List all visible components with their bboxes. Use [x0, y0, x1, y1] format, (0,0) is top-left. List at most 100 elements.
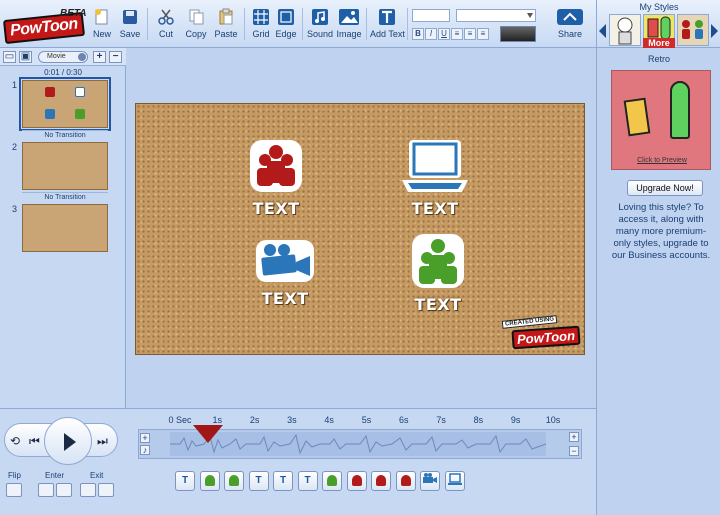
cut-button[interactable]: Cut	[154, 8, 178, 44]
object-chip-camera[interactable]	[420, 471, 440, 491]
slide-thumbnail-3[interactable]	[22, 204, 108, 252]
waveform-icon	[170, 433, 547, 455]
slide-view-icon[interactable]: ▭	[3, 51, 16, 63]
exit-hand-button[interactable]	[98, 483, 114, 497]
object-chip-person-green[interactable]	[199, 471, 220, 491]
paste-button[interactable]: Paste	[213, 8, 239, 44]
enter-none-button[interactable]	[38, 483, 54, 497]
play-button[interactable]	[44, 417, 92, 465]
font-family-select[interactable]	[456, 9, 536, 22]
remove-slide-button[interactable]: −	[109, 51, 122, 63]
add-text-button[interactable]: Add Text	[370, 8, 405, 44]
slide-transition[interactable]: No Transition	[22, 130, 108, 139]
people-green-object[interactable]: TEXT	[403, 232, 473, 314]
align-left-button[interactable]: ≡	[451, 28, 463, 40]
person-icon	[327, 475, 337, 486]
timeline-panel: ⟲ ⏮ ⏭ + ♪ + − 0 Sec 1s 2s 3s 4s 5s 6s 7s 8s 9s 10s…	[0, 408, 596, 515]
object-chip-person-green[interactable]	[224, 471, 244, 491]
add-slide-button[interactable]: +	[93, 51, 106, 63]
edge-icon	[277, 8, 295, 26]
underline-button[interactable]: U	[438, 28, 450, 40]
object-chip-text-T[interactable]: T	[273, 471, 293, 491]
timeline-remove-button[interactable]: −	[569, 446, 579, 456]
main-toolbar: PowToon BETA New Save Cut Copy Paste Gri…	[0, 0, 596, 48]
style-thumb-whiteboard[interactable]	[609, 14, 641, 46]
sound-button[interactable]: Sound	[307, 8, 333, 44]
stage-canvas[interactable]: TEXT TEXT TEXT TEXT CREATED USING PowToo…	[135, 103, 585, 355]
timeline-tick-label: 7s	[436, 415, 446, 425]
object-chip-person-red[interactable]	[395, 471, 416, 491]
mini-laptop-icon	[75, 87, 85, 97]
timeline-tick-label: 4s	[324, 415, 334, 425]
paste-icon	[217, 8, 235, 26]
object-chip-person-green[interactable]	[322, 471, 342, 491]
person-icon	[229, 475, 239, 486]
new-button[interactable]: New	[90, 8, 114, 44]
style-preview[interactable]: Click to Preview	[611, 70, 711, 170]
audio-waveform-track[interactable]	[170, 432, 547, 456]
camera-icon	[256, 240, 314, 282]
object-chip-text-T[interactable]: T	[248, 471, 269, 491]
align-right-button[interactable]: ≡	[477, 28, 489, 40]
camera-icon	[423, 473, 437, 483]
timeline-tick-label: 9s	[510, 415, 521, 425]
slide-duplicate-icon[interactable]: ▣	[19, 51, 32, 63]
object-chip-text-T[interactable]: T	[297, 471, 318, 491]
new-icon	[93, 8, 111, 26]
badge-brand-text: PowToon	[511, 325, 581, 350]
styles-next-arrow-icon[interactable]	[711, 24, 718, 38]
step-back-icon[interactable]: ⏮	[29, 434, 40, 449]
laptop-object[interactable]: TEXT	[400, 138, 470, 218]
people-red-object[interactable]: TEXT	[241, 138, 311, 218]
more-styles-badge[interactable]: More	[643, 38, 675, 48]
style-name: Retro	[647, 54, 670, 64]
grid-button[interactable]: Grid	[249, 8, 273, 44]
slide-thumbnail-2[interactable]	[22, 142, 108, 190]
edge-button[interactable]: Edge	[274, 8, 298, 44]
enter-label: Enter	[45, 471, 65, 480]
camera-object[interactable]: TEXT	[250, 238, 320, 308]
rewind-icon[interactable]: ⟲	[10, 434, 20, 448]
upgrade-now-button[interactable]: Upgrade Now!	[627, 180, 703, 196]
style-thumb-people[interactable]	[677, 14, 709, 46]
enter-hand-button[interactable]	[56, 483, 72, 497]
share-button[interactable]: Share	[552, 8, 588, 44]
timeline-add-button[interactable]: +	[569, 432, 579, 442]
laptop-icon	[402, 140, 468, 192]
styles-prev-arrow-icon[interactable]	[599, 24, 606, 38]
bold-button[interactable]: B	[412, 28, 424, 40]
movie-toggle[interactable]: Movie	[38, 51, 88, 63]
scissors-icon	[157, 8, 175, 26]
copy-icon	[187, 8, 205, 26]
mini-camera-icon	[45, 109, 55, 119]
mini-people-green-icon	[75, 109, 85, 119]
font-size-select[interactable]	[412, 9, 450, 22]
object-chip-person-red[interactable]	[346, 471, 367, 491]
text-color-picker[interactable]	[500, 26, 536, 42]
save-icon	[121, 8, 139, 26]
step-forward-icon[interactable]: ⏭	[97, 434, 108, 449]
toolbar-separator	[366, 8, 367, 40]
object-chip-laptop[interactable]	[444, 471, 465, 491]
save-button[interactable]: Save	[118, 8, 142, 44]
playhead-marker[interactable]	[193, 425, 223, 443]
zoom-in-button[interactable]: +	[140, 433, 150, 443]
align-center-button[interactable]: ≡	[464, 28, 476, 40]
image-button[interactable]: Image	[335, 8, 363, 44]
object-chip-person-red[interactable]	[371, 471, 391, 491]
exit-none-button[interactable]	[80, 483, 96, 497]
timeline-tick-label: 5s	[361, 415, 372, 425]
object-label: TEXT	[414, 295, 462, 314]
beta-label: BETA	[60, 8, 87, 19]
copy-button[interactable]: Copy	[184, 8, 208, 44]
grid-icon	[252, 8, 270, 26]
object-chip-text-T[interactable]: T	[175, 471, 195, 491]
people-green-icon	[412, 234, 464, 288]
toolbar-separator	[407, 8, 408, 40]
slide-thumbnail-1[interactable]	[19, 77, 111, 131]
preview-link[interactable]: Click to Preview	[612, 157, 712, 164]
slide-transition[interactable]: No Transition	[22, 192, 108, 201]
flip-button[interactable]	[6, 483, 22, 497]
italic-button[interactable]: I	[425, 28, 437, 40]
audio-icon[interactable]: ♪	[140, 445, 150, 455]
